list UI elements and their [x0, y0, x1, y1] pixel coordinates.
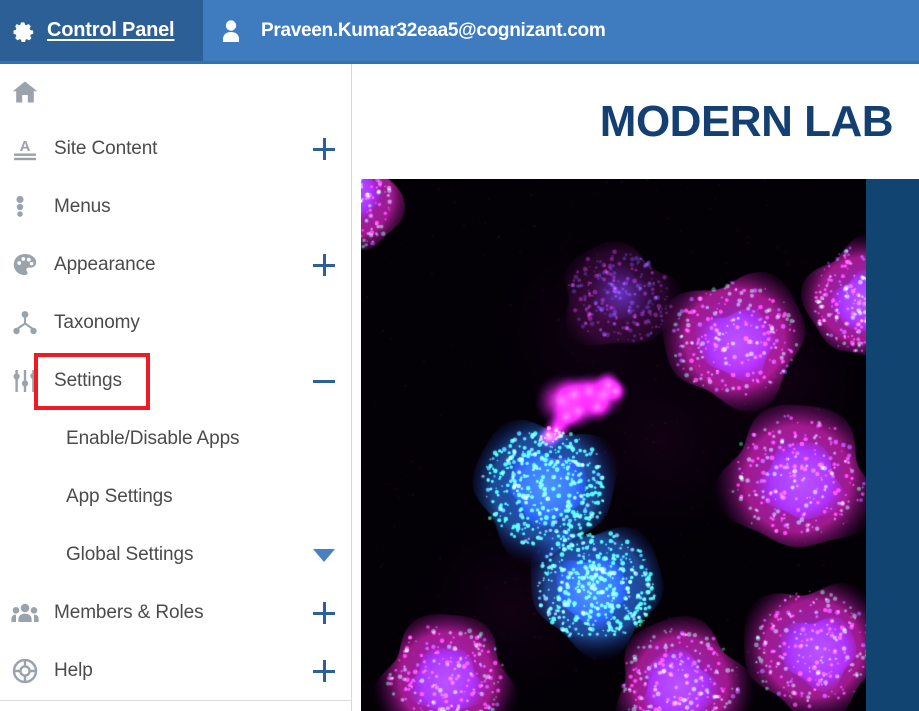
sidebar-navigation: A Site Content Menus Appearance Taxonomy… — [0, 64, 352, 711]
control-panel-label: Control Panel — [47, 19, 175, 41]
members-group-icon — [10, 598, 40, 628]
sidebar-item-taxonomy[interactable]: Taxonomy — [0, 294, 351, 352]
plus-icon — [313, 660, 335, 682]
sidebar-subitem-enable-disable-apps[interactable]: Enable/Disable Apps — [0, 410, 351, 468]
taxonomy-tree-icon — [10, 308, 40, 338]
chevron-down-icon — [313, 548, 335, 562]
plus-icon — [313, 602, 335, 624]
sidebar-subitem-global-settings-label: Global Settings — [66, 544, 194, 565]
site-banner: MODERN LAB — [353, 64, 919, 179]
main-content-area: MODERN LAB — [353, 64, 919, 711]
expand-members-roles-button[interactable] — [311, 600, 337, 626]
expand-site-content-button[interactable] — [311, 136, 337, 162]
sidebar-item-help[interactable]: Help — [0, 642, 351, 700]
sidebar-item-home[interactable] — [0, 64, 351, 120]
sidebar-item-site-content[interactable]: A Site Content — [0, 120, 351, 178]
sliders-icon — [10, 366, 40, 396]
help-lifebuoy-icon — [10, 656, 40, 686]
sidebar-bottom-divider — [0, 700, 351, 701]
sidebar-subitem-global-settings[interactable]: Global Settings — [0, 526, 351, 584]
sidebar-item-menus-label: Menus — [54, 196, 111, 217]
sidebar-item-menus[interactable]: Menus — [0, 178, 351, 236]
top-header-bar: Control Panel Praveen.Kumar32eaa5@cogniz… — [0, 0, 919, 64]
sidebar-item-help-label: Help — [54, 660, 93, 681]
plus-icon — [313, 254, 335, 276]
sidebar-item-appearance-label: Appearance — [54, 254, 156, 275]
sidebar-item-members-roles[interactable]: Members & Roles — [0, 584, 351, 642]
sidebar-subitem-enable-disable-apps-label: Enable/Disable Apps — [66, 428, 240, 449]
sidebar-item-settings-label: Settings — [54, 370, 122, 391]
sidebar-item-settings[interactable]: Settings — [0, 352, 351, 410]
sidebar-item-members-roles-label: Members & Roles — [54, 602, 204, 623]
right-color-band — [866, 179, 919, 711]
expand-help-button[interactable] — [311, 658, 337, 684]
plus-icon — [313, 138, 335, 160]
expand-appearance-button[interactable] — [311, 252, 337, 278]
user-email-label: Praveen.Kumar32eaa5@cognizant.com — [261, 19, 606, 41]
hero-image-container — [361, 179, 866, 711]
expand-global-settings-button[interactable] — [311, 542, 337, 568]
document-text-icon: A — [10, 134, 40, 164]
minus-icon — [313, 370, 335, 392]
control-panel-page: Control Panel Praveen.Kumar32eaa5@cogniz… — [0, 0, 919, 711]
sidebar-item-site-content-label: Site Content — [54, 138, 158, 159]
user-account-area[interactable]: Praveen.Kumar32eaa5@cognizant.com — [203, 0, 919, 61]
sidebar-subitem-app-settings[interactable]: App Settings — [0, 468, 351, 526]
sidebar-item-appearance[interactable]: Appearance — [0, 236, 351, 294]
home-icon — [10, 77, 40, 107]
fluorescence-microscopy-cells-image — [361, 179, 866, 711]
collapse-settings-button[interactable] — [311, 368, 337, 394]
page-title: MODERN LAB — [599, 96, 894, 146]
user-avatar-icon — [219, 18, 243, 44]
sidebar-subitem-app-settings-label: App Settings — [66, 486, 173, 507]
control-panel-button[interactable]: Control Panel — [0, 0, 203, 61]
gear-icon — [10, 18, 36, 44]
palette-icon — [10, 250, 40, 280]
menu-dots-icon — [10, 192, 40, 222]
sidebar-item-taxonomy-label: Taxonomy — [54, 312, 140, 333]
svg-text:A: A — [20, 138, 31, 155]
